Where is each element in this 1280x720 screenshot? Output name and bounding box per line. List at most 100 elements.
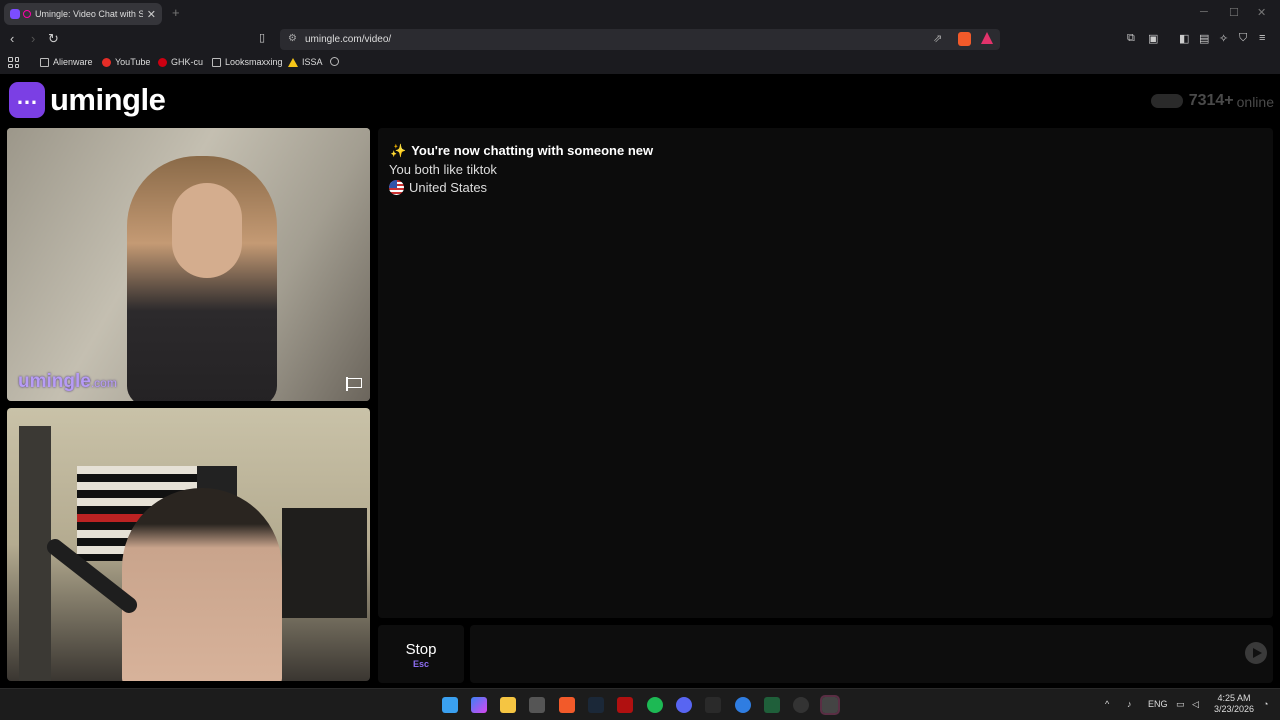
copilot-icon[interactable]: [471, 697, 487, 713]
stop-label: Stop: [405, 641, 437, 658]
app-icon[interactable]: [793, 697, 809, 713]
online-count: 7314+: [1188, 92, 1234, 109]
online-counter: 7314+ online: [1150, 92, 1274, 110]
spotify-icon[interactable]: [647, 697, 663, 713]
minimize-icon[interactable]: ─: [1200, 6, 1208, 18]
send-icon[interactable]: [1245, 642, 1267, 664]
tab-manager-icon[interactable]: ▤: [1199, 32, 1209, 45]
clock-time: 4:25 AM: [1217, 693, 1251, 703]
umingle-favicon-icon: [10, 9, 20, 19]
bookmark-issa[interactable]: ISSA: [288, 57, 323, 67]
file-explorer-icon[interactable]: [500, 697, 516, 713]
stranger-country: United States: [389, 180, 487, 195]
online-label: online: [1236, 94, 1274, 110]
excel-icon[interactable]: [764, 697, 780, 713]
close-window-icon[interactable]: ✕: [1257, 6, 1266, 19]
notification-icon[interactable]: ◔: [1263, 699, 1268, 709]
volume-icon[interactable]: ◁: [1192, 699, 1199, 710]
logo-text: umingle: [50, 82, 166, 117]
url-text[interactable]: umingle.com/video/: [305, 34, 391, 45]
brave-shields-icon[interactable]: [958, 32, 971, 46]
wallet-icon[interactable]: ▣: [1148, 32, 1158, 45]
umingle-watermark: umingle.com: [18, 371, 117, 393]
language-indicator[interactable]: ENG: [1148, 699, 1168, 709]
riot-icon[interactable]: [617, 697, 633, 713]
new-tab-icon[interactable]: +: [172, 5, 180, 20]
reload-icon[interactable]: ↻: [48, 31, 59, 47]
stop-shortcut: Esc: [412, 659, 429, 669]
chat-panel: ✨ You're now chatting with someone new Yo…: [378, 128, 1273, 618]
bookmarks-bar: Alienware YouTube GHK-cu Looksmaxxing IS…: [0, 52, 1280, 74]
bookmark-label: YouTube: [115, 57, 151, 67]
status-text: You're now chatting with someone new: [411, 143, 654, 158]
message-input[interactable]: [470, 625, 1273, 683]
globe-icon: [330, 57, 339, 66]
mic-tray-icon[interactable]: ♪: [1127, 699, 1132, 709]
chat-status: ✨ You're now chatting with someone new: [390, 143, 653, 159]
folder-icon: [40, 57, 49, 67]
watermark-suffix: .com: [90, 376, 117, 390]
extensions-icon[interactable]: ⧉: [1127, 32, 1135, 45]
vpn-icon[interactable]: ⛉: [1239, 32, 1247, 45]
clock-date: 3/23/2026: [1213, 704, 1255, 714]
bookmark-label: GHK-cu: [171, 57, 204, 67]
tray-chevron-icon[interactable]: ^: [1105, 699, 1109, 709]
bookmark-label: Looksmaxxing: [225, 57, 283, 67]
bookmark-alienware[interactable]: Alienware: [40, 57, 93, 67]
self-video: [7, 408, 370, 681]
country-text: United States: [409, 180, 488, 195]
watermark-text: umingle: [18, 371, 91, 392]
flag-report-icon[interactable]: [346, 377, 362, 391]
sidebar-icon[interactable]: ◧: [1179, 32, 1189, 45]
site-icon: [158, 57, 167, 67]
shelf: [282, 508, 367, 618]
online-toggle: [1150, 94, 1183, 108]
bookmark-icon[interactable]: ▯: [259, 31, 265, 44]
close-tab-icon[interactable]: ✕: [147, 8, 156, 21]
brave-rewards-icon[interactable]: [981, 32, 993, 44]
share-icon[interactable]: ⇗: [933, 32, 942, 45]
us-flag-icon: [389, 180, 404, 195]
steam-icon[interactable]: [588, 697, 604, 713]
site-logo[interactable]: umingle: [9, 82, 166, 118]
browser-titlebar: Umingle: Video Chat with Str ✕ + ─ ☐ ✕: [0, 0, 1280, 27]
bookmark-label: Alienware: [53, 57, 93, 67]
bookmark-label: ISSA: [302, 57, 323, 67]
leo-ai-icon[interactable]: ✧: [1219, 32, 1228, 45]
browser-toolbar: ‹ › ↻ ▯ ⚙ umingle.com/video/ ⇗ ⧉ ▣ ◧ ▤ ✧…: [0, 27, 1280, 52]
brave-icon[interactable]: [559, 697, 575, 713]
bookmark-ghk-cu[interactable]: GHK-cu: [158, 57, 203, 67]
umingle-page: umingle 7314+ online umingle.com ✨You're…: [0, 74, 1280, 688]
common-interest: You both like tiktok: [389, 162, 497, 177]
epic-games-icon[interactable]: [705, 697, 721, 713]
discord-icon[interactable]: [676, 697, 692, 713]
umingle-logo-icon: [9, 82, 45, 118]
site-info-icon[interactable]: ⚙: [288, 33, 297, 44]
bookmark-looksmaxxing[interactable]: Looksmaxxing: [212, 57, 283, 67]
start-icon[interactable]: [442, 697, 458, 713]
bookmark-globe[interactable]: [330, 57, 343, 66]
stop-button[interactable]: Stop Esc: [378, 625, 464, 683]
stranger-video: umingle.com: [7, 128, 370, 401]
app-icon[interactable]: [735, 697, 751, 713]
apps-grid-icon[interactable]: [8, 57, 19, 68]
maximize-icon[interactable]: ☐: [1229, 6, 1239, 19]
forward-icon[interactable]: ›: [31, 31, 35, 46]
menu-icon[interactable]: ≡: [1259, 32, 1265, 44]
store-icon[interactable]: [529, 697, 545, 713]
self-person: [122, 488, 282, 681]
address-bar[interactable]: ⚙ umingle.com/video/ ⇗: [280, 29, 1000, 50]
door: [19, 426, 51, 681]
system-clock[interactable]: 4:25 AM 3/23/2026: [1210, 693, 1258, 715]
epic-launcher-icon[interactable]: [820, 695, 840, 715]
youtube-icon: [102, 57, 111, 67]
recording-indicator-icon: [23, 10, 31, 18]
back-icon[interactable]: ‹: [10, 31, 14, 46]
sparkles-icon: ✨: [390, 143, 407, 158]
bookmark-youtube[interactable]: YouTube: [102, 57, 150, 67]
windows-taskbar: ^ ♪ ENG ▭ ◁ 4:25 AM 3/23/2026 ◔: [0, 688, 1280, 720]
network-icon[interactable]: ▭: [1176, 699, 1185, 710]
issa-icon: [288, 57, 298, 67]
browser-tab[interactable]: Umingle: Video Chat with Str ✕: [4, 3, 162, 25]
folder-icon: [212, 57, 221, 67]
